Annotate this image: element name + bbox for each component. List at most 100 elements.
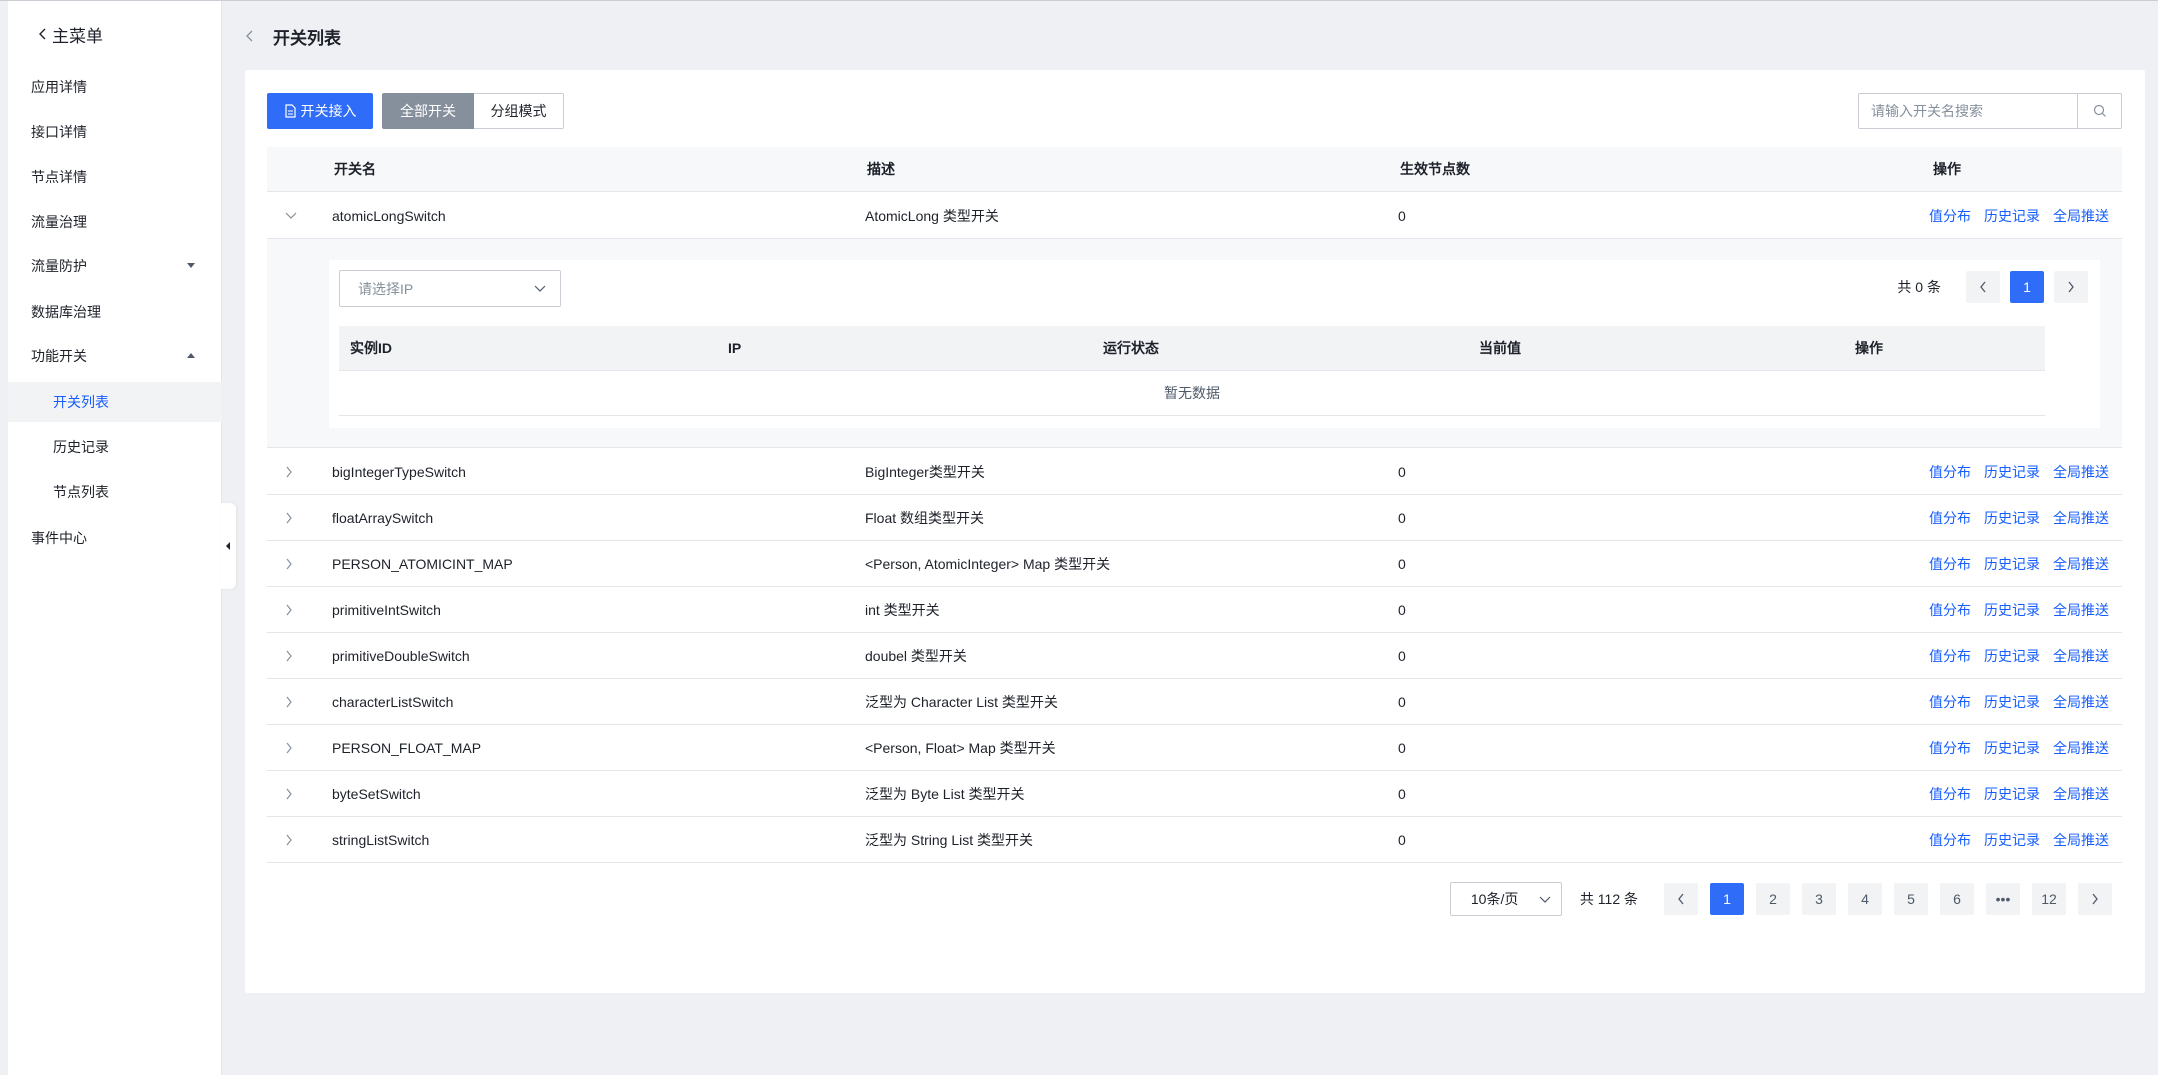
chevron-right-icon — [286, 558, 292, 569]
value-distribution-link[interactable]: 值分布 — [1929, 692, 1971, 712]
page-title: 开关列表 — [273, 28, 341, 48]
value-distribution-link[interactable]: 值分布 — [1929, 830, 1971, 850]
value-distribution-link[interactable]: 值分布 — [1929, 784, 1971, 804]
add-switch-button[interactable]: 开关接入 — [267, 93, 373, 129]
history-link[interactable]: 历史记录 — [1984, 738, 2040, 758]
row-expand-toggle[interactable] — [285, 725, 293, 770]
row-expand-toggle[interactable] — [285, 817, 293, 862]
table-row: byteSetSwitch 泛型为 Byte List 类型开关 0 值分布 历史记录全… — [267, 771, 2122, 817]
global-push-link[interactable]: 全局推送 — [2053, 692, 2109, 712]
page-header: 开关列表 — [245, 20, 341, 52]
global-push-link[interactable]: 全局推送 — [2053, 206, 2109, 226]
global-push-link[interactable]: 全局推送 — [2053, 462, 2109, 482]
table-row: atomicLongSwitch AtomicLong 类型开关 0 值分布 历… — [267, 193, 2122, 239]
global-push-link[interactable]: 全局推送 — [2053, 554, 2109, 574]
table-row: PERSON_FLOAT_MAP <Person, Float> Map 类型开关… — [267, 725, 2122, 771]
back-to-main-menu[interactable]: 主菜单 — [38, 21, 103, 47]
value-distribution-link[interactable]: 值分布 — [1929, 600, 1971, 620]
switch-name: PERSON_FLOAT_MAP — [332, 739, 482, 756]
value-distribution-link[interactable]: 值分布 — [1929, 738, 1971, 758]
sidebar-item-db-governance[interactable]: 数据库治理 — [8, 292, 222, 332]
global-push-link[interactable]: 全局推送 — [2053, 508, 2109, 528]
switch-node-count: 0 — [1398, 555, 1406, 572]
group-mode-tab[interactable]: 分组模式 — [474, 93, 564, 129]
row-expand-toggle[interactable] — [285, 633, 293, 678]
row-actions: 值分布 历史记录 全局推送 — [1929, 193, 2122, 238]
page-size-select[interactable]: 10条/页 — [1449, 882, 1562, 916]
column-header-instance-id: 实例ID — [350, 340, 392, 356]
row-expand-toggle[interactable] — [285, 679, 293, 724]
row-expand-toggle[interactable] — [285, 495, 293, 540]
history-link[interactable]: 历史记录 — [1984, 784, 2040, 804]
page-button[interactable]: 3 — [1802, 883, 1836, 915]
switch-node-count: 0 — [1398, 463, 1406, 480]
value-distribution-link[interactable]: 值分布 — [1929, 462, 1971, 482]
switch-node-count: 0 — [1398, 601, 1406, 618]
row-expand-toggle[interactable] — [285, 771, 293, 816]
switch-list-card: 开关接入 全部开关 分组模式 开关名 描述 生效节点数 操作 atomicLon… — [245, 70, 2145, 993]
global-push-link[interactable]: 全局推送 — [2053, 738, 2109, 758]
value-distribution-link[interactable]: 值分布 — [1929, 508, 1971, 528]
all-switches-tab[interactable]: 全部开关 — [382, 93, 474, 129]
page-button[interactable]: 4 — [1848, 883, 1882, 915]
sidebar-item-event-center[interactable]: 事件中心 — [8, 518, 222, 558]
sidebar-item-switch-list[interactable]: 开关列表 — [8, 382, 222, 422]
row-expand-toggle[interactable] — [285, 587, 293, 632]
history-link[interactable]: 历史记录 — [1984, 600, 2040, 620]
value-distribution-link[interactable]: 值分布 — [1929, 554, 1971, 574]
next-page-button[interactable] — [2054, 271, 2088, 303]
history-link[interactable]: 历史记录 — [1984, 830, 2040, 850]
row-actions: 值分布 历史记录 全局推送 — [1929, 679, 2122, 724]
history-link[interactable]: 历史记录 — [1984, 692, 2040, 712]
page-button[interactable]: 6 — [1940, 883, 1974, 915]
instance-pagination: 共 0 条 1 — [1897, 271, 2088, 303]
global-push-link[interactable]: 全局推送 — [2053, 646, 2109, 666]
chevron-left-icon — [39, 28, 46, 40]
page-button[interactable]: 2 — [1756, 883, 1790, 915]
search-button[interactable] — [2077, 94, 2121, 128]
sidebar-item-label: 开关列表 — [53, 394, 109, 410]
history-link[interactable]: 历史记录 — [1984, 508, 2040, 528]
page-button[interactable]: 12 — [2032, 883, 2066, 915]
history-link[interactable]: 历史记录 — [1984, 554, 2040, 574]
sidebar-item-app-detail[interactable]: 应用详情 — [8, 67, 222, 107]
sidebar-item-node-detail[interactable]: 节点详情 — [8, 157, 222, 197]
page-ellipsis-button[interactable]: ••• — [1986, 883, 2020, 915]
sidebar-item-feature-switch[interactable]: 功能开关 — [8, 336, 222, 376]
row-expand-toggle[interactable] — [285, 541, 293, 586]
caret-left-icon — [226, 542, 230, 550]
top-border — [0, 0, 2158, 1]
column-header-name: 开关名 — [334, 161, 376, 177]
chevron-right-icon — [286, 466, 292, 477]
sidebar-item-api-detail[interactable]: 接口详情 — [8, 112, 222, 152]
page-button[interactable]: 5 — [1894, 883, 1928, 915]
search-input[interactable] — [1859, 94, 2077, 128]
sidebar-item-traffic-governance[interactable]: 流量治理 — [8, 202, 222, 242]
value-distribution-link[interactable]: 值分布 — [1929, 646, 1971, 666]
row-expand-toggle[interactable] — [285, 193, 297, 238]
prev-page-button[interactable] — [1966, 271, 2000, 303]
chevron-left-icon[interactable] — [245, 29, 255, 43]
chevron-right-icon — [286, 742, 292, 753]
global-push-link[interactable]: 全局推送 — [2053, 600, 2109, 620]
page-button-current[interactable]: 1 — [2010, 271, 2044, 303]
row-expand-toggle[interactable] — [285, 449, 293, 494]
instance-total: 共 0 条 — [1897, 279, 1941, 295]
sidebar-collapse-handle[interactable] — [220, 503, 236, 589]
history-link[interactable]: 历史记录 — [1984, 646, 2040, 666]
page-button[interactable]: 1 — [1710, 883, 1744, 915]
sidebar-item-history[interactable]: 历史记录 — [8, 427, 222, 467]
sidebar-item-traffic-protection[interactable]: 流量防护 — [8, 246, 222, 286]
next-page-button[interactable] — [2078, 883, 2112, 915]
value-distribution-link[interactable]: 值分布 — [1929, 206, 1971, 226]
switch-node-count: 0 — [1398, 739, 1406, 756]
back-label: 主菜单 — [52, 26, 103, 46]
sidebar-item-node-list[interactable]: 节点列表 — [8, 472, 222, 512]
sidebar-item-label: 应用详情 — [31, 79, 87, 95]
history-link[interactable]: 历史记录 — [1984, 462, 2040, 482]
history-link[interactable]: 历史记录 — [1984, 206, 2040, 226]
global-push-link[interactable]: 全局推送 — [2053, 830, 2109, 850]
global-push-link[interactable]: 全局推送 — [2053, 784, 2109, 804]
ip-select[interactable]: 请选择IP — [339, 270, 561, 307]
prev-page-button[interactable] — [1664, 883, 1698, 915]
